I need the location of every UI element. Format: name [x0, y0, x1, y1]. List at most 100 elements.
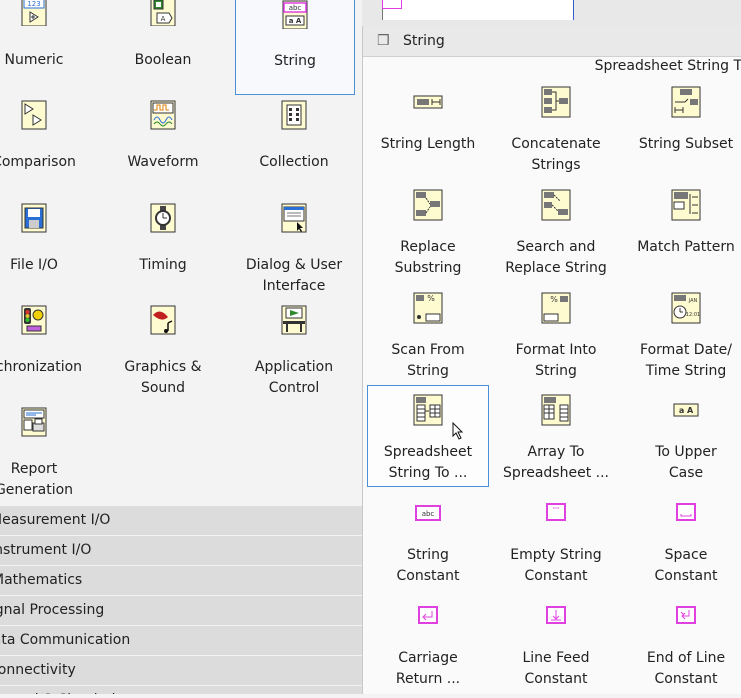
palette-item-dialog-user-interface[interactable]: Dialog & User Interface	[235, 203, 353, 299]
category-list: Measurement I/O Instrument I/O Mathemati…	[0, 506, 362, 694]
palette-item-label: Report Generation	[0, 461, 74, 498]
function-label: Carriage Return ...	[395, 650, 461, 687]
palette-item-synchronization[interactable]: Synchronization	[0, 305, 93, 401]
category-mathematics[interactable]: Mathematics	[0, 566, 362, 596]
function-label: Space Constant	[654, 547, 718, 584]
wire-fragment	[382, 0, 402, 9]
function-match-pattern[interactable]: Match Pattern	[626, 187, 741, 287]
string-subset-icon	[671, 86, 701, 118]
functions-palette: 123 Numeric A Boolean abc a A String Com…	[0, 0, 362, 694]
dialog-window-icon	[281, 203, 307, 233]
palette-item-label: Waveform	[127, 154, 199, 170]
function-format-date-time-string[interactable]: JAN 12:01 Format Date/Time String	[626, 290, 741, 390]
palette-item-collection[interactable]: Collection	[235, 100, 353, 196]
palette-item-label: Collection	[259, 154, 329, 170]
palette-item-boolean[interactable]: A Boolean	[104, 0, 222, 96]
palette-item-label: Application Control	[254, 359, 334, 396]
empty-string-constant-icon: ""	[546, 503, 566, 521]
palette-item-label: Synchronization	[0, 359, 83, 375]
subpalette-title: String	[403, 33, 445, 49]
replace-substring-icon	[413, 189, 443, 221]
search-replace-string-icon	[541, 189, 571, 221]
format-date-time-icon: JAN 12:01	[671, 292, 701, 324]
collection-icon	[281, 100, 307, 130]
svg-text:%: %	[427, 294, 435, 303]
palette-item-label: Timing	[139, 257, 187, 273]
svg-text:abc: abc	[289, 4, 302, 12]
category-measurement-io[interactable]: Measurement I/O	[0, 506, 362, 536]
spreadsheet-string-to-array-icon	[413, 394, 443, 426]
function-label: Empty String Constant	[510, 547, 602, 584]
palette-item-label: Numeric	[4, 52, 64, 68]
palette-item-numeric[interactable]: 123 Numeric	[0, 0, 93, 96]
concatenate-strings-icon	[541, 86, 571, 118]
function-scan-from-string[interactable]: % Scan From String	[368, 290, 488, 390]
palette-item-string[interactable]: abc a A String	[235, 0, 355, 95]
function-to-upper-case[interactable]: a A To Upper Case	[626, 392, 741, 492]
function-label: Spreadsheet String To ...	[383, 444, 473, 481]
category-signal-processing[interactable]: Signal Processing	[0, 596, 362, 626]
palette-item-report-generation[interactable]: Report Generation	[0, 407, 93, 503]
svg-text:a A: a A	[679, 406, 694, 415]
category-data-communication[interactable]: Data Communication	[0, 626, 362, 656]
subpalette-title-bar: ❒ String	[363, 26, 741, 57]
function-end-of-line-constant[interactable]: End of Line Constant	[626, 598, 741, 698]
svg-text:A: A	[161, 15, 166, 23]
function-label: String Constant	[396, 547, 460, 584]
function-label: String Subset	[638, 136, 734, 152]
function-replace-substring[interactable]: Replace Substring	[368, 187, 488, 287]
function-string-length[interactable]: String Length	[368, 84, 488, 184]
function-search-and-replace-string[interactable]: Search and Replace String	[496, 187, 616, 287]
category-control-simulation[interactable]: Control & Simulation	[0, 686, 362, 694]
waveform-icon	[150, 100, 176, 130]
comparison-icon	[21, 100, 47, 130]
function-label: String Length	[380, 136, 476, 152]
palette-item-label: Dialog & User Interface	[245, 257, 343, 294]
function-label: Scan From String	[391, 342, 465, 379]
match-pattern-icon	[671, 189, 701, 221]
pin-icon[interactable]: ❒	[377, 33, 390, 49]
function-label: Array To Spreadsheet ...	[503, 444, 609, 481]
string-icon: abc a A	[282, 0, 308, 29]
palette-item-application-control[interactable]: Application Control	[235, 305, 353, 401]
traffic-light-icon	[21, 305, 47, 335]
palette-item-file-io[interactable]: File I/O	[0, 203, 93, 299]
function-label: Search and Replace String	[505, 239, 607, 276]
application-control-icon	[281, 305, 307, 335]
function-string-constant[interactable]: abc String Constant	[368, 495, 488, 595]
category-instrument-io[interactable]: Instrument I/O	[0, 536, 362, 566]
function-empty-string-constant[interactable]: "" Empty String Constant	[496, 495, 616, 595]
boolean-icon: A	[150, 0, 176, 26]
space-constant-icon	[676, 503, 696, 521]
function-line-feed-constant[interactable]: Line Feed Constant	[496, 598, 616, 698]
subpalette-subheader: Spreadsheet String T	[594, 58, 741, 74]
palette-item-label: Boolean	[134, 52, 192, 68]
function-spreadsheet-string-to-array[interactable]: Spreadsheet String To ...	[367, 385, 489, 487]
format-into-string-icon: %	[541, 292, 571, 324]
string-length-icon	[413, 95, 443, 109]
graphics-sound-icon	[150, 305, 176, 335]
function-label: To Upper Case	[655, 444, 717, 481]
function-space-constant[interactable]: Space Constant	[626, 495, 741, 595]
palette-item-comparison[interactable]: Comparison	[0, 100, 93, 196]
function-label: Format Into String	[515, 342, 597, 379]
function-label: End of Line Constant	[646, 650, 726, 687]
palette-item-graphics-sound[interactable]: Graphics & Sound	[104, 305, 222, 401]
report-printer-icon	[21, 407, 47, 437]
function-array-to-spreadsheet-string[interactable]: Array To Spreadsheet ...	[496, 392, 616, 492]
line-feed-icon	[546, 606, 566, 624]
svg-text:%: %	[550, 295, 558, 304]
string-subpalette: ❒ String Spreadsheet String T String Len…	[362, 26, 741, 694]
function-concatenate-strings[interactable]: Concatenate Strings	[496, 84, 616, 184]
function-label: Replace Substring	[394, 239, 462, 276]
function-format-into-string[interactable]: % Format Into String	[496, 290, 616, 390]
category-connectivity[interactable]: Connectivity	[0, 656, 362, 686]
end-of-line-icon	[676, 606, 696, 624]
function-string-subset[interactable]: String Subset	[626, 84, 741, 184]
palette-item-waveform[interactable]: Waveform	[104, 100, 222, 196]
function-carriage-return-constant[interactable]: Carriage Return ...	[368, 598, 488, 698]
watch-icon	[150, 203, 176, 233]
palette-item-timing[interactable]: Timing	[104, 203, 222, 299]
svg-text:JAN: JAN	[688, 298, 698, 304]
function-label: Format Date/Time String	[640, 342, 732, 379]
